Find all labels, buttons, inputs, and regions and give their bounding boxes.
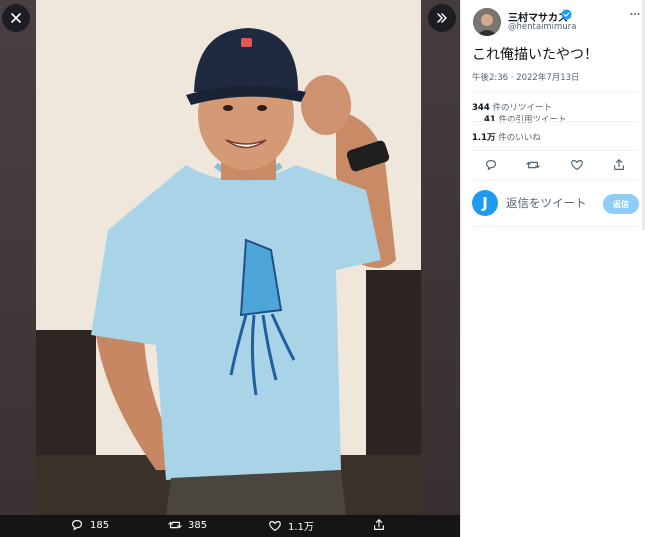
close-button[interactable] [2,4,30,32]
author-avatar[interactable] [473,8,501,36]
more-icon[interactable] [629,8,641,20]
quotes-count: 41 [484,115,496,125]
likes-label: 件のいいね [495,133,541,143]
divider [472,180,639,181]
retweet-icon [168,521,182,529]
quotes-stat[interactable]: 41 件の引用ツイート [484,113,567,125]
retweets-label: 件のリツイート [489,103,552,113]
media-retweet-count: 385 [188,519,208,531]
photo-illustration [36,0,421,515]
author-handle[interactable]: @hentaimimura [508,22,576,32]
tweet-timestamp[interactable]: 午後2:36 · 2022年7月13日 [472,71,580,83]
tweet-action-bar [472,158,637,174]
likes-count: 1.1万 [472,133,496,143]
reply-icon[interactable] [484,158,498,172]
retweets-count: 344 [472,103,490,113]
divider [472,150,639,151]
media-action-bar: 185 385 1.1万 [0,515,460,537]
viewer-backdrop-right [421,0,460,537]
tweet-detail-panel: 三村マサカズ @hentaimimura これ俺描いたやつ！ 午後2:36 · … [460,0,645,537]
media-like-action[interactable]: 1.1万 [268,518,314,533]
divider [472,121,639,122]
likes-stat[interactable]: 1.1万 件のいいね [472,131,541,143]
media-share-action[interactable] [372,518,386,532]
media-like-count: 1.1万 [288,522,314,533]
heart-icon [269,520,281,531]
viewer-backdrop-left [0,0,36,537]
media-reply-count: 185 [90,519,110,531]
share-icon[interactable] [612,158,626,172]
divider [472,226,639,227]
media-viewer: 185 385 1.1万 [0,0,460,537]
close-icon [11,13,21,23]
expand-panel-button[interactable] [428,4,456,32]
divider [472,91,639,92]
retweet-icon[interactable] [526,158,540,172]
media-reply-action[interactable]: 185 [70,518,109,532]
double-chevron-right-icon [437,13,447,23]
heart-icon[interactable] [570,158,584,172]
retweets-stat[interactable]: 344 件のリツイート [472,101,552,113]
reply-icon [72,520,82,531]
avatar-image [473,8,501,36]
reply-button[interactable]: 返信 [603,194,639,214]
share-icon [374,519,384,530]
tweet-text: これ俺描いたやつ！ [472,47,598,63]
current-user-avatar: J [472,190,498,216]
verified-badge-icon [561,9,572,20]
media-retweet-action[interactable]: 385 [168,518,207,532]
tweet-photo[interactable] [36,0,421,515]
likes-row: 1.1万 件のいいね [472,131,541,143]
quotes-label: 件の引用ツイート [495,115,567,125]
reply-input[interactable] [506,196,601,210]
